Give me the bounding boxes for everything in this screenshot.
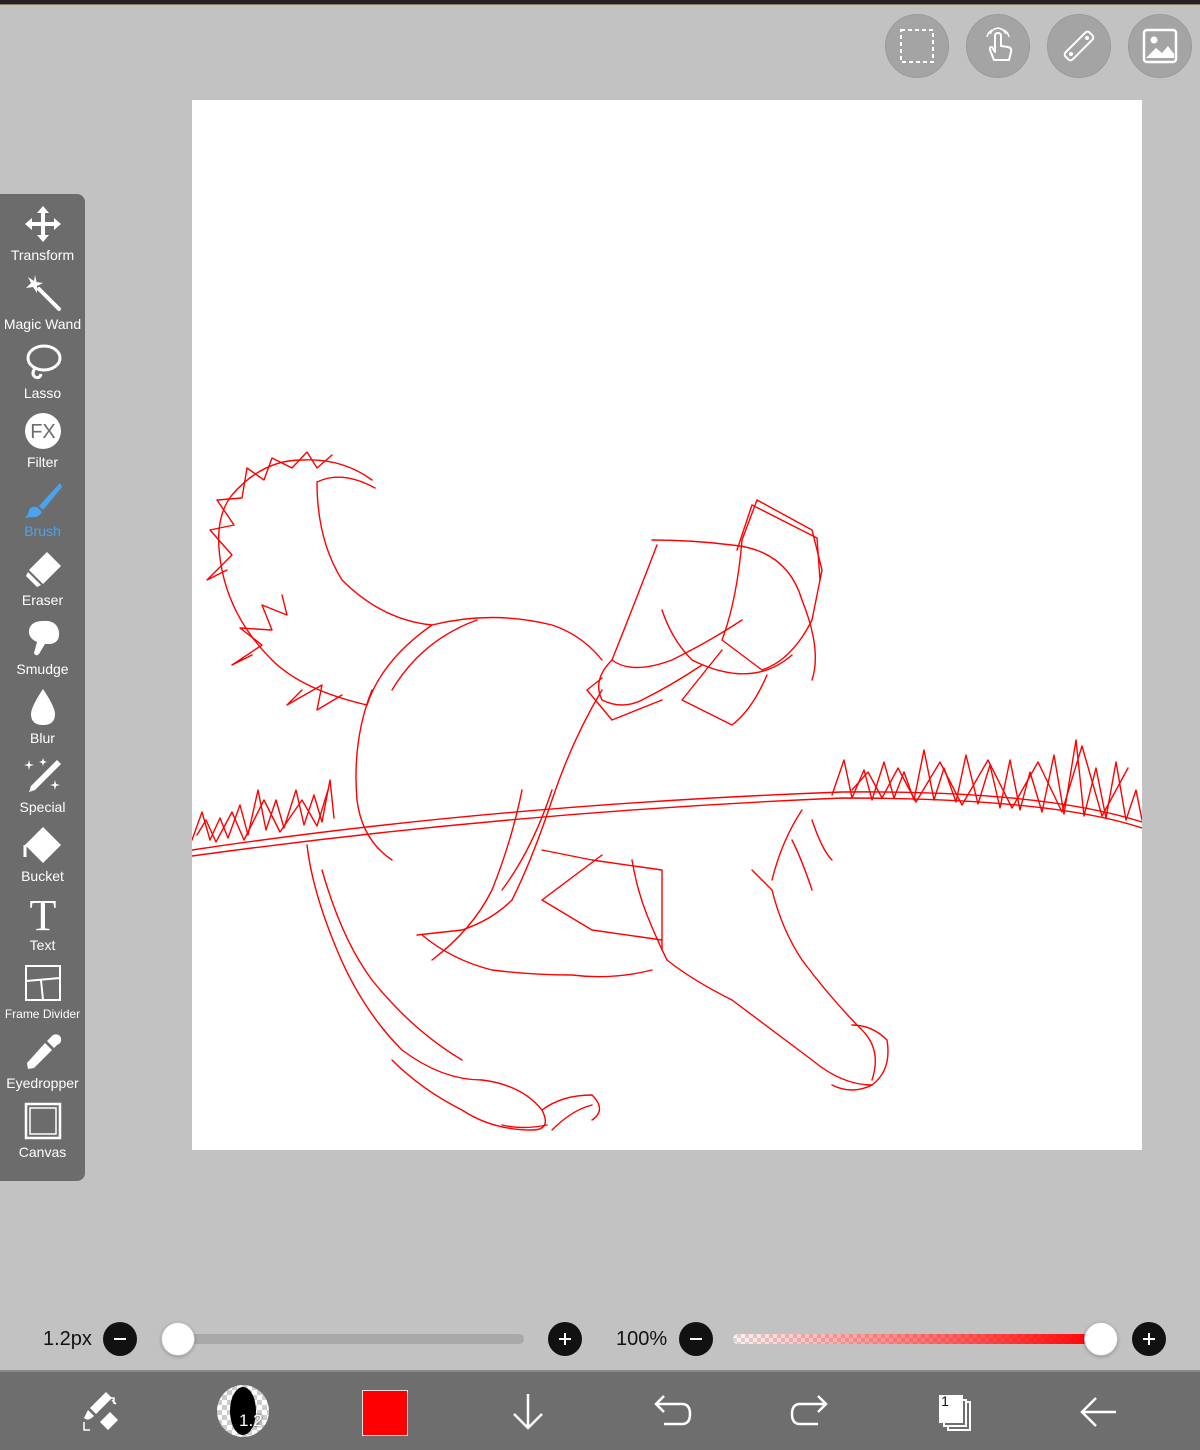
size-decrease-button[interactable]	[103, 1322, 137, 1356]
tool-label: Text	[29, 937, 56, 953]
ruler-button[interactable]	[1047, 14, 1111, 78]
touch-gesture-icon	[986, 27, 1013, 61]
lasso-icon	[26, 344, 61, 380]
tool-frame-divider[interactable]: Frame Divider	[0, 961, 85, 1030]
plus-icon	[559, 1333, 571, 1345]
tool-transform[interactable]: Transform	[0, 202, 85, 271]
tool-label: Filter	[26, 454, 59, 470]
tool-label: Canvas	[18, 1144, 67, 1160]
bottom-toolbar: 1.2 1	[0, 1370, 1200, 1450]
svg-text:T: T	[29, 894, 56, 934]
tool-label: Bucket	[21, 868, 64, 884]
undo-button[interactable]	[638, 1380, 702, 1444]
touch-gesture-button[interactable]	[966, 14, 1030, 78]
status-strip	[0, 0, 1200, 5]
tool-eraser[interactable]: Eraser	[0, 547, 85, 616]
layer-count: 1	[941, 1393, 949, 1409]
opacity-slider-knob[interactable]	[1084, 1322, 1118, 1356]
size-increase-button[interactable]	[548, 1322, 582, 1356]
brush-size-value: 1.2px	[43, 1328, 92, 1350]
magic-wand-icon	[25, 275, 61, 311]
opacity-slider-track[interactable]	[733, 1334, 1101, 1344]
dog-sketch	[192, 451, 1142, 1131]
special-pen-icon	[23, 758, 61, 792]
tool-label: Eraser	[21, 592, 64, 608]
tool-label: Transform	[10, 247, 75, 263]
move-arrows-icon	[24, 206, 61, 242]
minus-icon	[690, 1338, 702, 1340]
redo-button[interactable]	[780, 1380, 844, 1444]
eyedropper-icon	[26, 1034, 61, 1069]
tool-special[interactable]: Special	[0, 754, 85, 823]
tool-blur[interactable]: Blur	[0, 685, 85, 754]
frame-divider-icon	[24, 965, 61, 1001]
minus-icon	[114, 1338, 126, 1340]
brush-size-preview[interactable]: 1.2	[217, 1385, 269, 1437]
ruler-icon	[1063, 30, 1095, 62]
svg-text:FX: FX	[30, 421, 56, 443]
reference-image-button[interactable]	[1128, 14, 1192, 78]
bucket-icon	[23, 827, 61, 863]
tool-label: Special	[19, 799, 66, 815]
layer-down-button[interactable]	[496, 1380, 560, 1444]
plus-icon	[1143, 1333, 1155, 1345]
canvas-icon	[24, 1102, 61, 1140]
tool-label: Eyedropper	[6, 1075, 79, 1091]
brush-icon	[24, 483, 62, 518]
redo-icon	[790, 1395, 828, 1426]
tool-brush[interactable]: Brush	[0, 478, 85, 547]
tool-canvas[interactable]: Canvas	[0, 1099, 85, 1168]
tool-filter[interactable]: FX Filter	[0, 409, 85, 478]
text-icon: T	[29, 894, 56, 934]
tool-switch-button[interactable]	[68, 1380, 132, 1444]
tool-text[interactable]: T Text	[0, 892, 85, 961]
tool-label: Magic Wand	[3, 316, 82, 332]
layers-button[interactable]: 1	[922, 1380, 986, 1444]
arrow-down-icon	[513, 1394, 543, 1430]
undo-icon	[654, 1395, 692, 1426]
fx-icon: FX	[24, 413, 61, 449]
back-button[interactable]	[1066, 1380, 1130, 1444]
brush-eraser-swap-icon	[83, 1392, 118, 1431]
size-slider-knob[interactable]	[161, 1322, 195, 1356]
brush-sliders: 1.2px 100%	[0, 1316, 1200, 1364]
selection-button[interactable]	[885, 14, 949, 78]
tool-palette: Transform Magic Wand Lasso FX Filter Bru…	[0, 194, 85, 1181]
tool-label: Smudge	[16, 661, 69, 677]
drawing-canvas[interactable]	[192, 100, 1142, 1150]
top-toolbar	[885, 14, 1192, 78]
tool-magic-wand[interactable]: Magic Wand	[0, 271, 85, 340]
brush-size-text: 1.2	[239, 1411, 263, 1430]
smudge-icon	[28, 620, 59, 656]
tool-smudge[interactable]: Smudge	[0, 616, 85, 685]
opacity-decrease-button[interactable]	[679, 1322, 713, 1356]
tool-label: Lasso	[23, 385, 62, 401]
tool-label: Frame Divider	[4, 1007, 81, 1021]
opacity-value: 100%	[616, 1328, 668, 1350]
opacity-increase-button[interactable]	[1132, 1322, 1166, 1356]
ibis-paint-app: Transform Magic Wand Lasso FX Filter Bru…	[0, 0, 1200, 1450]
tool-bucket[interactable]: Bucket	[0, 823, 85, 892]
tool-label: Blur	[30, 730, 55, 746]
tool-lasso[interactable]: Lasso	[0, 340, 85, 409]
tool-eyedropper[interactable]: Eyedropper	[0, 1030, 85, 1099]
image-icon	[1142, 28, 1178, 64]
droplet-icon	[30, 689, 55, 725]
selection-icon	[900, 29, 934, 63]
current-color-swatch[interactable]	[362, 1390, 408, 1436]
size-slider-track[interactable]	[178, 1334, 524, 1344]
eraser-icon	[25, 552, 61, 587]
arrow-left-icon	[1080, 1397, 1116, 1427]
tool-label: Brush	[24, 523, 61, 539]
